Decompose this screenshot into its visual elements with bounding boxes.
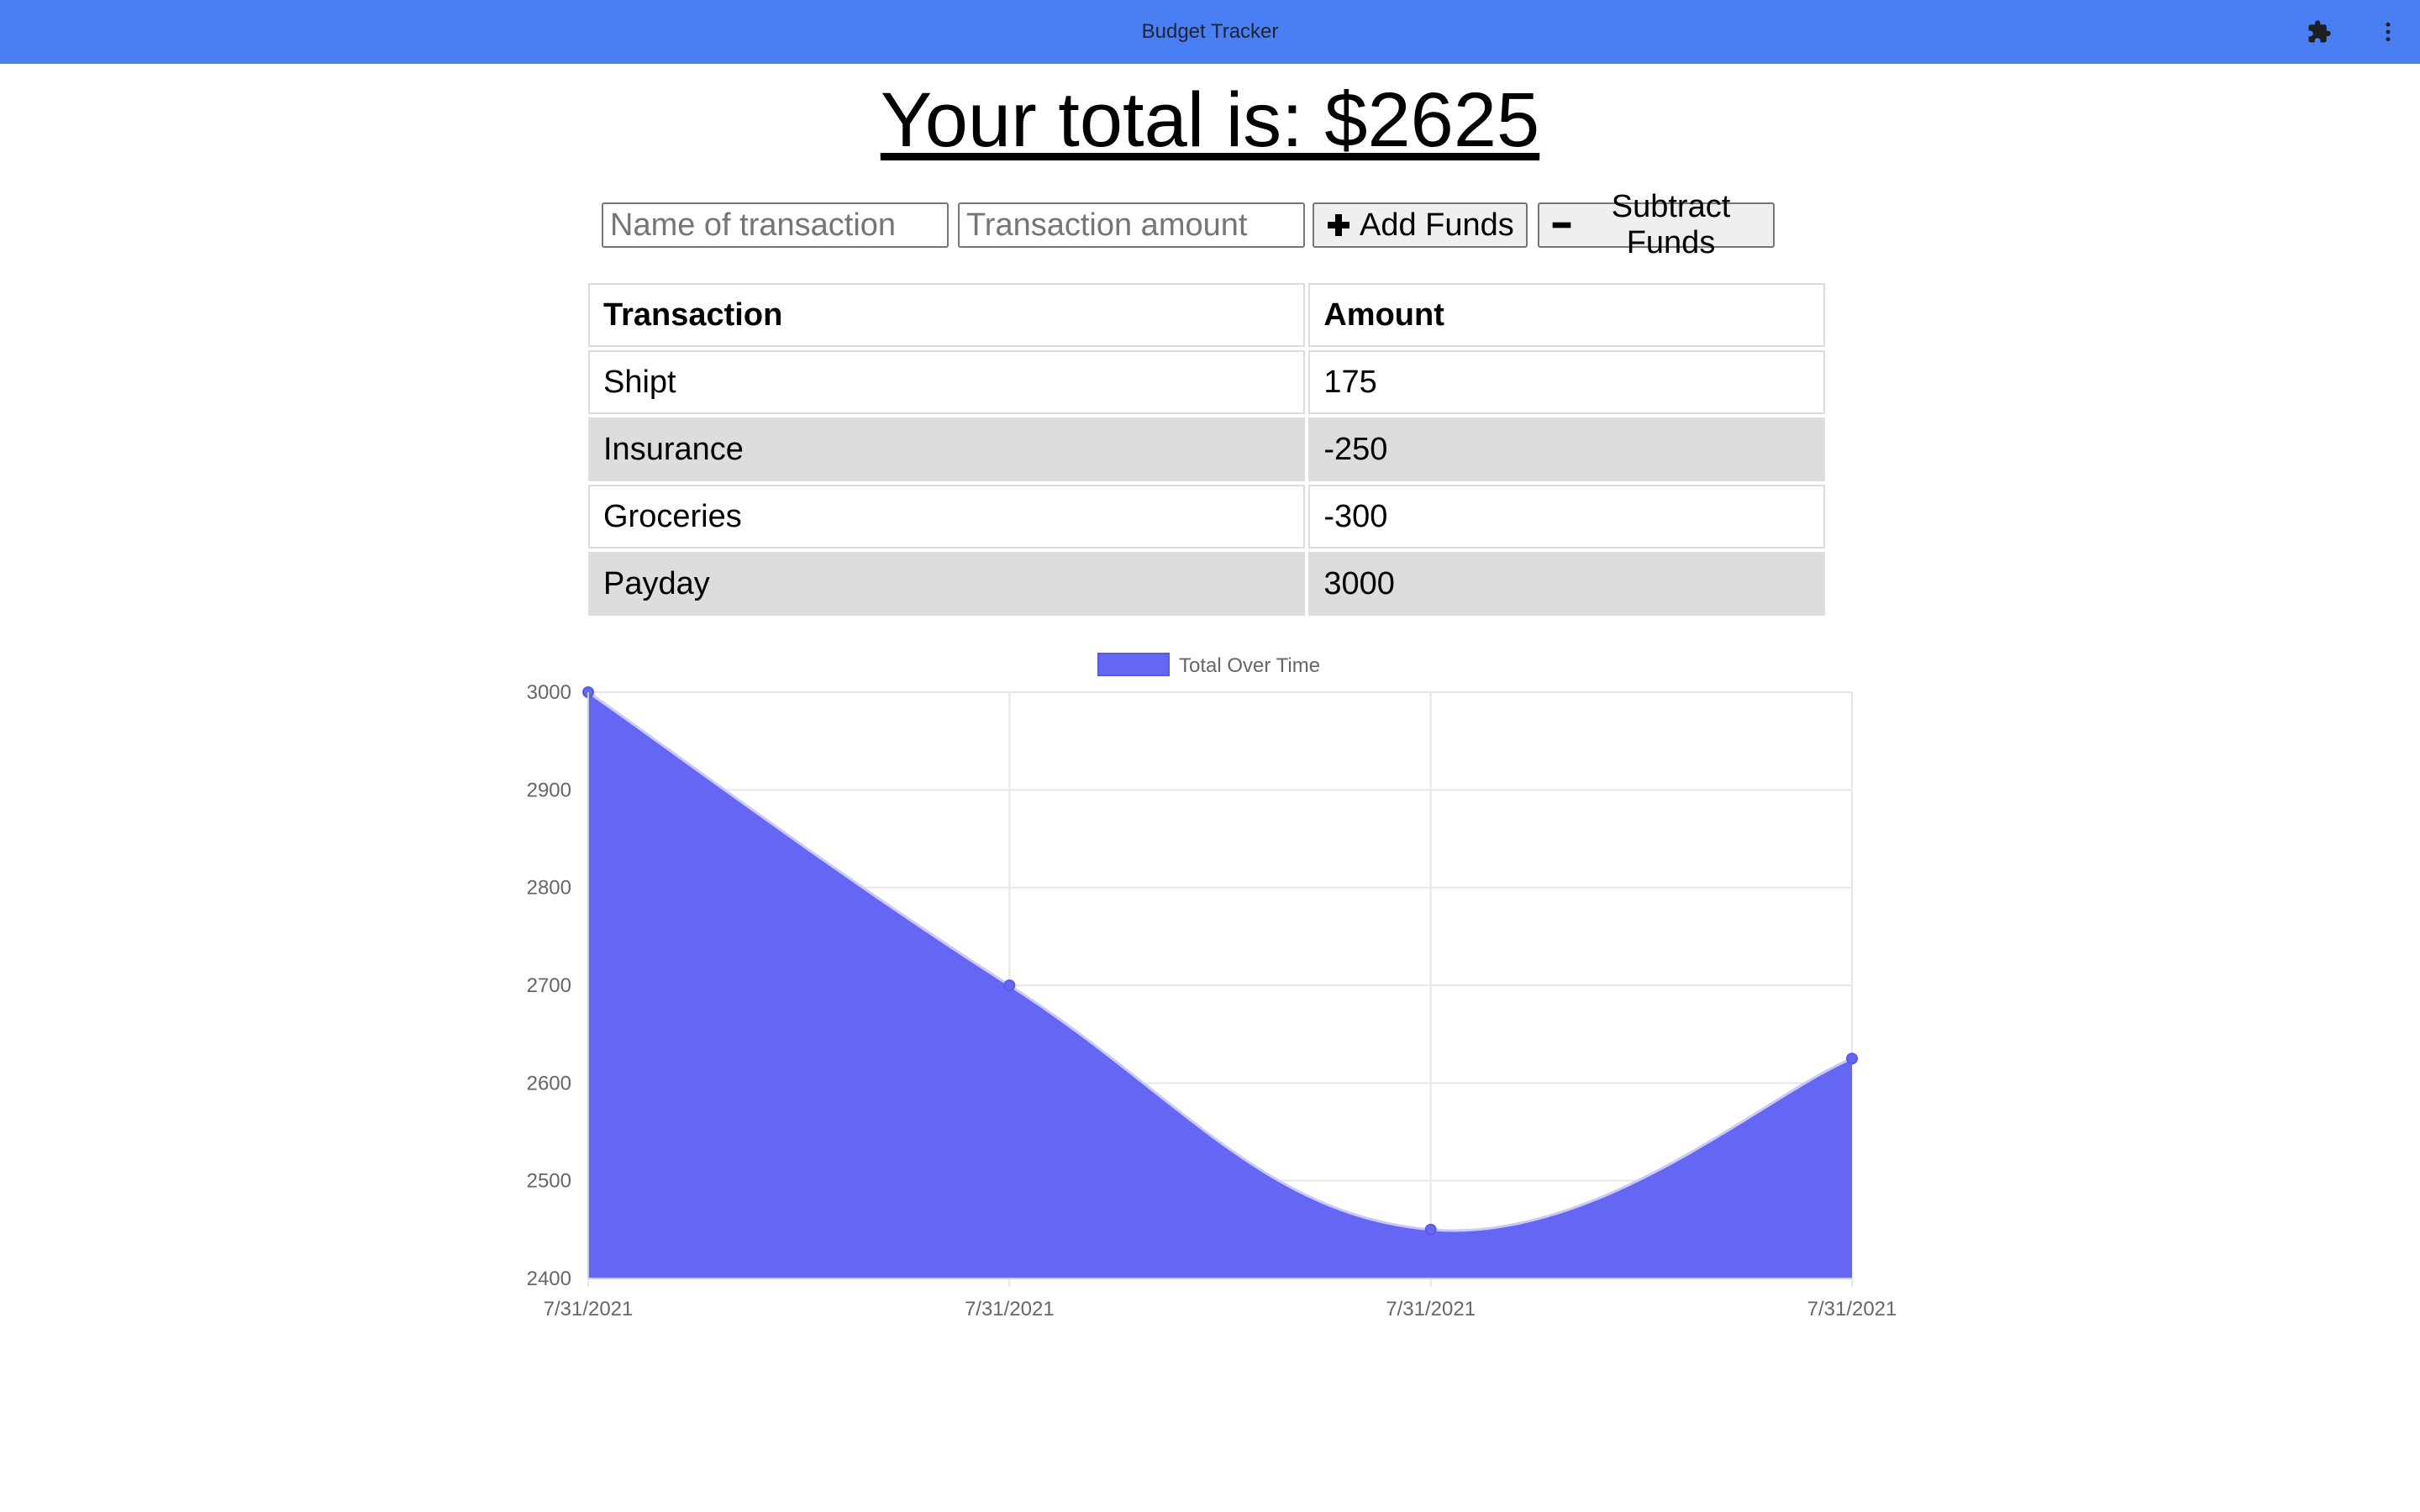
x-tick-label: 7/31/2021 [1386,1298,1476,1320]
window-title: Budget Tracker [1141,20,1279,43]
subtract-funds-label: Subtract Funds [1611,189,1731,260]
transaction-amount: 175 [1308,350,1825,414]
table-row: Groceries -300 [588,485,1825,549]
total-over-time-chart: 3000 2900 2800 2700 2600 2500 2400 7/31/2021 7/3… [504,647,1916,1336]
y-tick-label: 2800 [527,877,571,900]
x-tick-label: 7/31/2021 [544,1298,634,1320]
transaction-amount: 3000 [1308,552,1825,616]
y-tick-label: 2500 [527,1170,571,1193]
transaction-name: Payday [588,552,1306,616]
y-tick-label: 2600 [527,1072,571,1095]
transaction-amount: -250 [1308,417,1825,481]
table-header-row: Transaction Amount [588,283,1825,347]
add-funds-label: Add Funds [1360,207,1514,243]
table-row: Shipt 175 [588,350,1825,414]
title-bar: Budget Tracker [0,0,2420,64]
y-tick-label: 2400 [527,1268,571,1290]
data-point [1846,1053,1858,1065]
transactions-table: Transaction Amount Shipt 175 Insurance -… [585,280,1828,619]
transaction-amount: -300 [1308,485,1825,549]
y-tick-label: 2700 [527,974,571,997]
more-vert-icon[interactable] [2371,15,2405,49]
column-header-amount: Amount [1308,283,1825,347]
transaction-name: Groceries [588,485,1306,549]
transaction-name-input[interactable] [602,202,949,248]
total-heading: Your total is: $2625 [0,74,2420,166]
table-row: Insurance -250 [588,417,1825,481]
x-tick-label: 7/31/2021 [965,1298,1055,1320]
puzzle-icon[interactable] [2302,15,2336,49]
y-tick-label: 2900 [527,779,571,801]
minus-icon [1552,222,1571,228]
table-row: Payday 3000 [588,552,1825,616]
total-value: 2625 [1367,77,1540,163]
column-header-transaction: Transaction [588,283,1306,347]
data-point [1003,979,1016,991]
subtract-funds-button[interactable]: Subtract Funds [1538,189,1775,260]
transaction-name: Shipt [588,350,1306,414]
plus-icon [1328,214,1349,236]
transaction-name: Insurance [588,417,1306,481]
legend-swatch [1097,653,1170,676]
data-point [1424,1223,1437,1236]
y-tick-label: 3000 [527,681,571,704]
legend-label: Total Over Time [1179,654,1320,677]
transaction-amount-input[interactable] [958,202,1305,248]
add-funds-button[interactable]: Add Funds [1313,202,1528,248]
total-prefix: Your total is: $ [880,77,1368,163]
x-tick-label: 7/31/2021 [1807,1298,1897,1320]
chart-svg: 3000 2900 2800 2700 2600 2500 2400 7/31/2021 7/3… [527,653,1897,1320]
